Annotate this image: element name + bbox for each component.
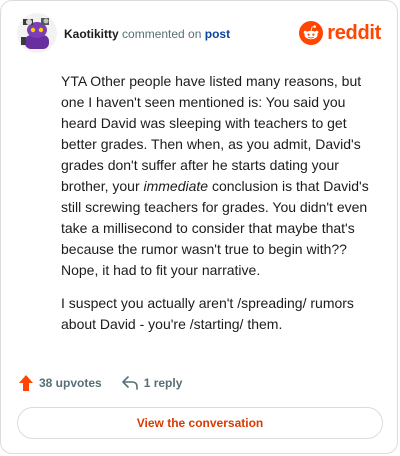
view-conversation-button[interactable]: View the conversation (17, 407, 383, 439)
comment-paragraph: YTA Other people have listed many reason… (61, 71, 383, 281)
action-text: commented on (122, 27, 202, 41)
comment-emphasis: immediate (143, 178, 209, 194)
post-link[interactable]: post (205, 27, 230, 41)
upvote-count: 38 upvotes (39, 376, 102, 390)
embedded-comment-card: Kaotikitty commented on post reddit YTA … (0, 0, 398, 454)
reply-button[interactable]: 1 reply (121, 376, 183, 390)
user-avatar[interactable] (17, 13, 57, 53)
comment-paragraph: I suspect you actually aren't /spreading… (61, 295, 354, 332)
reddit-wordmark: reddit (327, 21, 381, 44)
reply-arrow-icon (121, 376, 138, 390)
username-link[interactable]: Kaotikitty (64, 27, 119, 41)
comment-actions: 38 upvotes 1 reply (19, 373, 182, 393)
comment-header: Kaotikitty commented on post reddit (17, 13, 381, 53)
upvote-button[interactable]: 38 upvotes (19, 375, 102, 391)
upvote-arrow-icon (19, 375, 33, 391)
reply-count: 1 reply (143, 376, 183, 390)
comment-body: YTA Other people have listed many reason… (61, 71, 383, 347)
comment-byline: Kaotikitty commented on post (64, 27, 230, 41)
reddit-brand[interactable]: reddit (299, 21, 381, 45)
comment-text: YTA Other people have listed many reason… (61, 73, 362, 194)
snoo-avatar-icon (17, 13, 57, 53)
reddit-logo-icon (299, 21, 324, 45)
